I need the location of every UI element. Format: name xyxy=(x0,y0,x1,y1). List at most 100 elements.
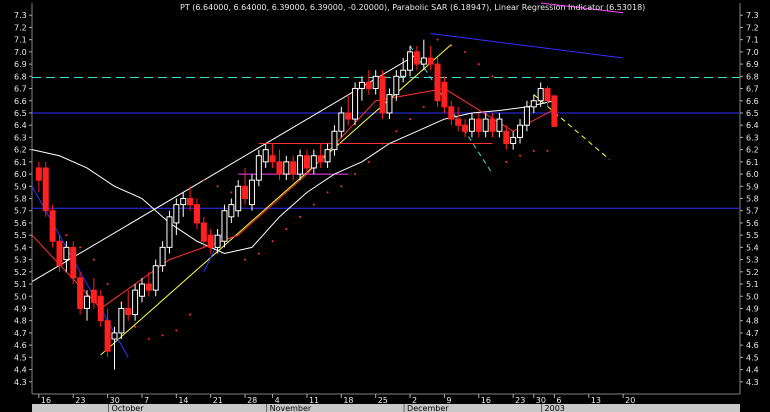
candle-down xyxy=(317,155,324,163)
sar-dot xyxy=(505,160,508,163)
sar-dot xyxy=(312,203,315,206)
y-tick-label-left: 6.6 xyxy=(14,97,27,106)
candle-up xyxy=(338,112,345,132)
candle-down xyxy=(56,240,63,267)
y-tick-label-right: 5.7 xyxy=(746,207,759,216)
y-tick-label-left: 5.7 xyxy=(14,207,27,216)
candle-down xyxy=(365,81,372,90)
candle-up xyxy=(496,118,503,132)
x-tick-label: 7 xyxy=(144,396,149,405)
y-tick-label-left: 4.4 xyxy=(14,366,27,375)
y-tick-label-left: 7.1 xyxy=(14,36,27,45)
candle-down xyxy=(345,112,352,120)
sar-dot xyxy=(546,149,549,152)
candle-up xyxy=(523,106,530,126)
sar-dot xyxy=(340,185,343,188)
y-tick-label-right: 4.4 xyxy=(746,366,759,375)
candle-up xyxy=(393,75,400,96)
y-tick-label-right: 5.9 xyxy=(746,182,759,191)
candle-down xyxy=(207,234,214,248)
candle-up xyxy=(510,136,517,145)
sar-dot xyxy=(422,105,425,108)
candle-down xyxy=(276,161,283,175)
candle-up xyxy=(358,81,365,90)
sar-dot xyxy=(257,252,260,255)
y-tick-label-right: 7.1 xyxy=(746,36,759,45)
x-tick-label: 16 xyxy=(41,396,51,405)
sar-dot xyxy=(464,50,467,53)
sar-dot xyxy=(367,160,370,163)
y-tick-label-left: 7.3 xyxy=(14,11,27,20)
sar-dot xyxy=(134,325,137,328)
candle-up xyxy=(63,246,70,261)
candle-up xyxy=(352,88,359,120)
candle-up xyxy=(166,216,173,248)
candle-down xyxy=(77,277,84,309)
sar-dot xyxy=(477,63,480,66)
sar-dot xyxy=(381,142,384,145)
x-tick-label: 20 xyxy=(625,396,635,405)
candle-up xyxy=(118,307,125,334)
candle-down xyxy=(434,63,441,102)
candle-up xyxy=(180,198,187,206)
candle-up xyxy=(138,283,145,297)
y-tick-label-left: 6.1 xyxy=(14,158,27,167)
y-tick-label-left: 5.5 xyxy=(14,231,27,240)
candle-down xyxy=(97,295,104,322)
candle-up xyxy=(221,210,228,242)
candle-up xyxy=(517,124,524,138)
candle-up xyxy=(262,149,269,163)
y-tick-label-left: 4.9 xyxy=(14,304,27,313)
y-tick-label-left: 5.2 xyxy=(14,268,27,277)
sar-dot xyxy=(175,329,178,332)
candle-up xyxy=(324,149,331,163)
sar-dot xyxy=(299,215,302,218)
candle-down xyxy=(125,307,132,316)
candle-down xyxy=(104,320,111,352)
candle-up xyxy=(407,51,414,71)
y-tick-label-left: 6.0 xyxy=(14,170,27,179)
candle-up xyxy=(537,88,544,102)
candle-up xyxy=(297,155,304,175)
y-tick-label-right: 6.4 xyxy=(746,121,759,130)
month-label: November xyxy=(270,404,312,412)
y-tick-label-left: 5.3 xyxy=(14,256,27,265)
y-tick-label-left: 4.6 xyxy=(14,341,27,350)
candle-up xyxy=(482,118,489,132)
candle-down xyxy=(427,57,434,65)
y-tick-label-right: 6.7 xyxy=(746,85,759,94)
y-tick-label-left: 7.2 xyxy=(14,23,27,32)
sar-dot xyxy=(436,38,439,41)
x-tick-label: 28 xyxy=(247,396,257,405)
y-tick-label-right: 5.3 xyxy=(746,256,759,265)
candle-up xyxy=(283,161,290,175)
y-tick-label-right: 6.2 xyxy=(746,146,759,155)
candle-down xyxy=(90,289,97,303)
candle-up xyxy=(386,94,393,114)
candle-down xyxy=(35,167,42,181)
candle-down xyxy=(70,246,77,279)
candle-up xyxy=(248,179,255,206)
candle-up xyxy=(255,155,262,181)
candle-down xyxy=(475,118,482,132)
y-tick-label-left: 4.8 xyxy=(14,317,27,326)
y-tick-label-right: 7.3 xyxy=(746,11,759,20)
candle-up xyxy=(132,289,139,316)
y-tick-label-right: 6.6 xyxy=(746,97,759,106)
candle-up xyxy=(228,204,235,218)
y-tick-label-right: 4.8 xyxy=(746,317,759,326)
y-tick-label-right: 5.8 xyxy=(746,195,759,204)
candle-down xyxy=(462,124,469,132)
candle-down xyxy=(413,51,420,65)
candle-up xyxy=(420,57,427,65)
candle-up xyxy=(372,75,379,90)
y-tick-label-right: 5.1 xyxy=(746,280,759,289)
price-chart: 4.3 4.4 4.5 4.6 4.7 4.8 4.9 5.0 5.1 5.2 5.3 5.4 5.5 5… xyxy=(0,0,770,412)
candle-down xyxy=(489,118,496,132)
candle-down xyxy=(200,222,207,242)
sar-dot xyxy=(244,258,247,261)
sar-dot xyxy=(532,149,535,152)
candle-down xyxy=(187,198,194,206)
y-tick-label-right: 7.0 xyxy=(746,48,759,57)
y-tick-label-right: 5.0 xyxy=(746,292,759,301)
